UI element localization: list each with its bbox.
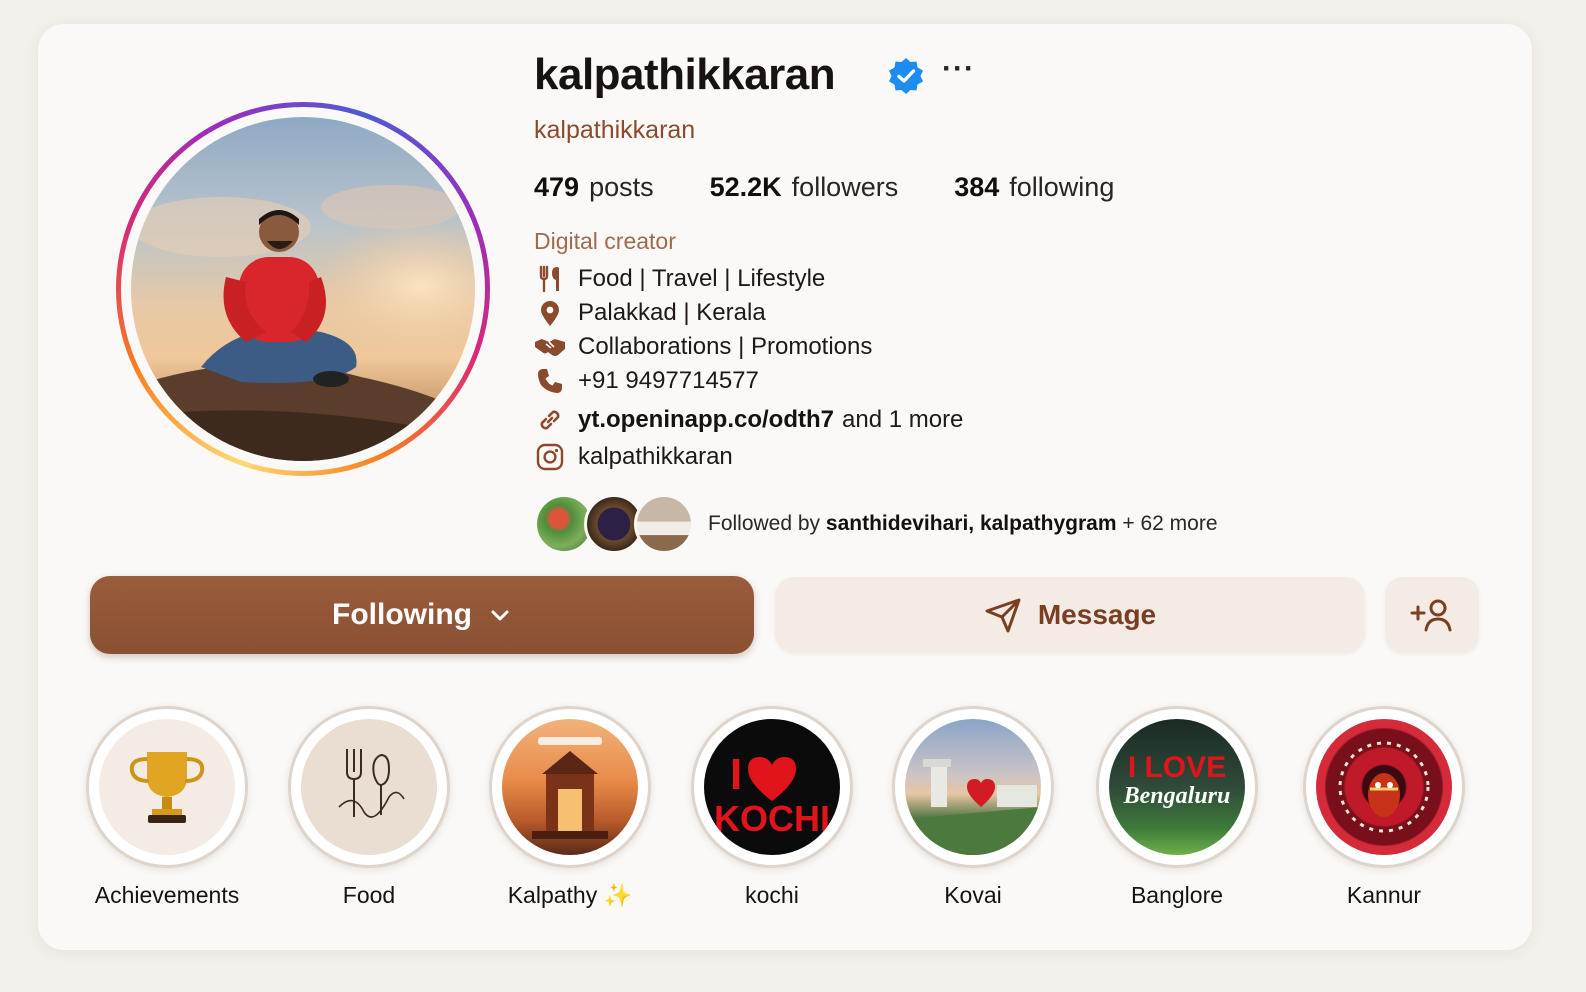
bio-instagram[interactable]: kalpathikkaran xyxy=(534,440,963,474)
link-url[interactable]: yt.openinapp.co/odth7 xyxy=(578,406,834,434)
bio-line-phone: +91 9497714577 xyxy=(534,364,963,398)
link-more[interactable]: and 1 more xyxy=(842,406,963,434)
bangalore-image: I LOVE Bengaluru xyxy=(1109,719,1245,855)
more-options-button[interactable]: ··· xyxy=(942,52,975,86)
instagram-icon xyxy=(534,443,566,471)
kovai-image xyxy=(905,719,1041,855)
followed-by[interactable]: Followed by santhidevihari, kalpathygram… xyxy=(534,494,1218,554)
username: kalpathikkaran xyxy=(534,50,836,99)
verified-badge-icon xyxy=(889,58,923,94)
svg-text:I: I xyxy=(730,750,742,799)
profile-handle: kalpathikkaran xyxy=(534,116,696,144)
svg-text:KOCHI: KOCHI xyxy=(714,798,830,839)
mutual-avatar-3 xyxy=(634,494,694,554)
followers-stat[interactable]: 52.2K followers xyxy=(710,172,899,203)
kalpathy-temple-image xyxy=(502,719,638,855)
chevron-down-icon xyxy=(491,610,509,621)
svg-text:Bengaluru: Bengaluru xyxy=(1123,783,1231,809)
followed-by-text: Followed by santhidevihari, kalpathygram… xyxy=(708,512,1218,535)
kannur-theyyam-image xyxy=(1316,719,1452,855)
kochi-image: I KOCHI xyxy=(704,719,840,855)
following-stat[interactable]: 384 following xyxy=(954,172,1114,203)
posts-stat[interactable]: 479 posts xyxy=(534,172,654,203)
profile-avatar[interactable] xyxy=(116,102,490,476)
add-user-button[interactable] xyxy=(1385,577,1479,653)
handshake-icon xyxy=(534,333,566,361)
highlight-kochi[interactable]: I KOCHI kochi xyxy=(690,706,854,909)
message-button[interactable]: Message xyxy=(775,577,1365,653)
send-icon xyxy=(985,598,1021,633)
mutual-follower-avatars xyxy=(534,494,702,554)
highlight-food[interactable]: Food xyxy=(287,706,451,909)
food-sketch-icon xyxy=(301,719,437,855)
profile-category: Digital creator xyxy=(534,228,676,254)
highlight-kalpathy[interactable]: Kalpathy ✨ xyxy=(488,706,652,909)
bio-line-collab: Collaborations | Promotions xyxy=(534,330,963,364)
highlight-kovai[interactable]: Kovai xyxy=(891,706,1055,909)
highlight-banglore[interactable]: I LOVE Bengaluru Banglore xyxy=(1095,706,1259,909)
highlight-kannur[interactable]: Kannur xyxy=(1302,706,1466,909)
add-user-icon xyxy=(1410,599,1452,632)
trophy-icon xyxy=(99,719,235,855)
avatar-photo xyxy=(131,117,475,461)
link-icon xyxy=(534,406,566,434)
highlight-achievements[interactable]: Achievements xyxy=(85,706,249,909)
svg-text:I LOVE: I LOVE xyxy=(1128,751,1226,784)
fork-knife-icon xyxy=(534,265,566,293)
bio-line-interests: Food | Travel | Lifestyle xyxy=(534,262,963,296)
bio-link[interactable]: yt.openinapp.co/odth7 and 1 more xyxy=(534,400,963,440)
profile-stats: 479 posts 52.2K followers 384 following xyxy=(534,172,1170,203)
bio-line-location: Palakkad | Kerala xyxy=(534,296,963,330)
following-button[interactable]: Following xyxy=(90,576,754,654)
location-pin-icon xyxy=(534,299,566,327)
profile-bio: Food | Travel | Lifestyle Palakkad | Ker… xyxy=(534,262,963,474)
phone-icon xyxy=(534,367,566,395)
